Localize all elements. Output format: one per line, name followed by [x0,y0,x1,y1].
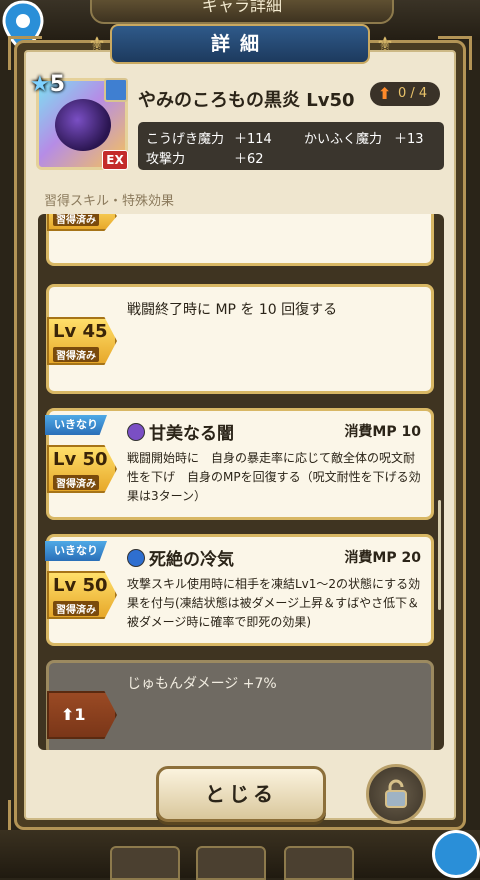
bottom-tab[interactable] [284,846,354,880]
tag-badge: いきなり [45,541,107,561]
stat-value: ＋62 [234,152,264,167]
skill-mp: 消費MP 20 [344,550,421,566]
skill-mp: 消費MP 10 [344,424,421,440]
locked-level: ⬆1 [61,705,86,724]
frame-corner-decoration [438,36,472,70]
upgrade-badge: ⬆ 0 / 4 [370,82,440,106]
acquired-label: 習得済み [53,347,99,362]
skill-description: じゅもんダメージ +7% [127,676,277,692]
scrollbar[interactable] [438,500,441,610]
ex-badge: EX [102,150,128,170]
level-label: Lv 50 [53,575,108,596]
arrow-up-icon: ⬆ [61,705,75,724]
rarity-value: 5 [49,72,66,97]
skill-name: 死絶の冷気 [149,550,234,570]
level-badge: Lv 50 習得済み [47,571,117,619]
stat-value: ＋114 [234,132,272,147]
skill-name: 甘美なる闇 [149,424,234,444]
dialog-title: 詳細 [110,24,370,64]
level-label: Lv 45 [53,321,108,342]
skill-card: Lv 45 習得済み 戦闘終了時に MP を 10 回復する [46,284,434,394]
stats-box: こうげき魔力 ＋114 かいふく魔力 ＋13 攻撃力 ＋62 [138,122,444,170]
compass-icon[interactable] [432,830,480,878]
stat-label: かいふく魔力 [304,132,383,147]
close-button[interactable]: とじる [156,766,326,822]
acquired-label: 習得済み [53,601,99,616]
unlock-icon [385,779,407,808]
skill-card-locked: ⬆1 じゅもんダメージ +7% [46,660,434,750]
skill-name-row: 甘美なる闇 [127,419,234,444]
stat-label: 攻撃力 [146,152,186,167]
section-label: 習得スキル・特殊効果 [44,194,175,209]
item-name: やみのころもの黒炎 Lv50 [138,90,355,111]
star-icon: ★ [30,72,50,97]
arrow-up-icon: ⬆ [378,84,392,103]
level-badge: 習得済み [47,214,117,231]
skill-list[interactable]: 習得済み Lv 45 習得済み 戦闘終了時に MP を 10 回復する いきなり… [38,214,444,750]
level-badge: ⬆1 [47,691,117,739]
bottom-tab[interactable] [196,846,266,880]
stat-label: こうげき魔力 [146,132,225,147]
level-badge: Lv 50 習得済み [47,445,117,493]
background-title: ギャラ詳細 [90,0,394,24]
rarity-star: ★5 [30,72,74,100]
acquired-label: 習得済み [53,475,99,490]
skill-description: 戦闘終了時に MP を 10 回復する [127,302,338,318]
fleur-icon: ⚜ [376,32,394,56]
bottom-tab[interactable] [110,846,180,880]
level-badge: Lv 45 習得済み [47,317,117,365]
upgrade-count: 0 / 4 [398,86,428,101]
skill-card: 習得済み [46,214,434,266]
frame-corner-decoration [8,800,42,834]
fleur-icon: ⚜ [88,32,106,56]
acquired-label: 習得済み [53,214,99,226]
unlock-button[interactable] [366,764,426,824]
ice-triangle-icon [127,549,145,567]
level-label: Lv 50 [53,449,108,470]
skill-description: 戦闘開始時に 自身の暴走率に応じて敵全体の呪文耐性を下げ 自身のMPを回復する（… [127,451,421,503]
frame-corner-decoration [8,36,42,70]
avatar [104,78,128,102]
tag-badge: いきなり [45,415,107,435]
dark-orb-icon [127,423,145,441]
skill-card: いきなり Lv 50 習得済み 死絶の冷気 消費MP 20 攻撃スキル使用時に相… [45,534,434,646]
skill-name-row: 死絶の冷気 [127,545,234,570]
skill-description: 攻撃スキル使用時に相手を凍結Lv1〜2の状態にする効果を付与(凍結状態は被ダメー… [127,577,421,629]
skill-card: いきなり Lv 50 習得済み 甘美なる闇 消費MP 10 戦闘開始時に 自身の… [45,408,434,520]
stat-value: ＋13 [394,132,424,147]
